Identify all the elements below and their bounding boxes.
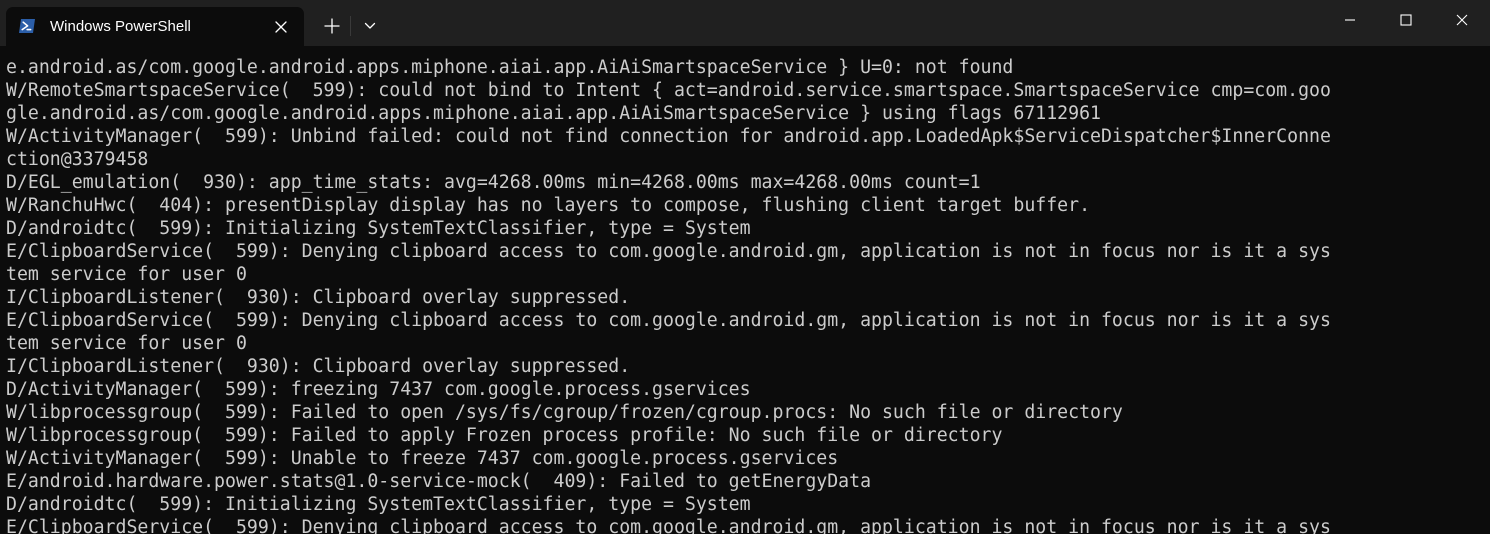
minimize-icon <box>1345 19 1355 21</box>
powershell-icon <box>18 17 36 35</box>
terminal-line: tem service for user 0 <box>6 333 247 354</box>
terminal-line: D/androidtc( 599): Initializing SystemTe… <box>6 218 751 239</box>
close-window-button[interactable] <box>1434 0 1490 40</box>
maximize-button[interactable] <box>1378 0 1434 40</box>
new-tab-button[interactable] <box>318 12 346 40</box>
terminal-line: gle.android.as/com.google.android.apps.m… <box>6 103 1101 124</box>
terminal-line: W/libprocessgroup( 599): Failed to apply… <box>6 425 1003 446</box>
close-icon <box>275 21 287 33</box>
minimize-button[interactable] <box>1322 0 1378 40</box>
terminal-line: W/libprocessgroup( 599): Failed to open … <box>6 402 1123 423</box>
title-bar[interactable]: Windows PowerShell <box>0 0 1490 46</box>
terminal-line: E/ClipboardService( 599): Denying clipbo… <box>6 517 1331 534</box>
terminal-line: E/android.hardware.power.stats@1.0-servi… <box>6 471 872 492</box>
close-tab-button[interactable] <box>270 16 292 38</box>
terminal-line: E/ClipboardService( 599): Denying clipbo… <box>6 241 1331 262</box>
terminal-line: I/ClipboardListener( 930): Clipboard ove… <box>6 356 631 377</box>
terminal-window: Windows PowerShell e.android.as/com.goog… <box>0 0 1490 534</box>
terminal-line: W/ActivityManager( 599): Unable to freez… <box>6 448 839 469</box>
tab-windows-powershell[interactable]: Windows PowerShell <box>6 7 304 46</box>
terminal-line: W/ActivityManager( 599): Unbind failed: … <box>6 126 1331 147</box>
terminal-line: D/EGL_emulation( 930): app_time_stats: a… <box>6 172 981 193</box>
terminal-line: e.android.as/com.google.android.apps.mip… <box>6 57 1014 78</box>
terminal-output[interactable]: e.android.as/com.google.android.apps.mip… <box>6 56 1476 534</box>
maximize-icon <box>1400 14 1412 26</box>
terminal-line: D/androidtc( 599): Initializing SystemTe… <box>6 494 751 515</box>
tab-title: Windows PowerShell <box>50 18 191 35</box>
terminal-line: I/ClipboardListener( 930): Clipboard ove… <box>6 287 631 308</box>
plus-icon <box>324 18 340 34</box>
terminal-line: W/RanchuHwc( 404): presentDisplay displa… <box>6 195 1091 216</box>
terminal-line: tem service for user 0 <box>6 264 247 285</box>
chevron-down-icon <box>364 22 376 29</box>
terminal-line: E/ClipboardService( 599): Denying clipbo… <box>6 310 1331 331</box>
terminal-line: W/RemoteSmartspaceService( 599): could n… <box>6 80 1331 101</box>
terminal-line: D/ActivityManager( 599): freezing 7437 c… <box>6 379 751 400</box>
tab-dropdown-button[interactable] <box>356 12 384 40</box>
tab-divider <box>350 16 351 36</box>
close-icon <box>1456 14 1468 26</box>
terminal-line: ction@3379458 <box>6 149 149 170</box>
